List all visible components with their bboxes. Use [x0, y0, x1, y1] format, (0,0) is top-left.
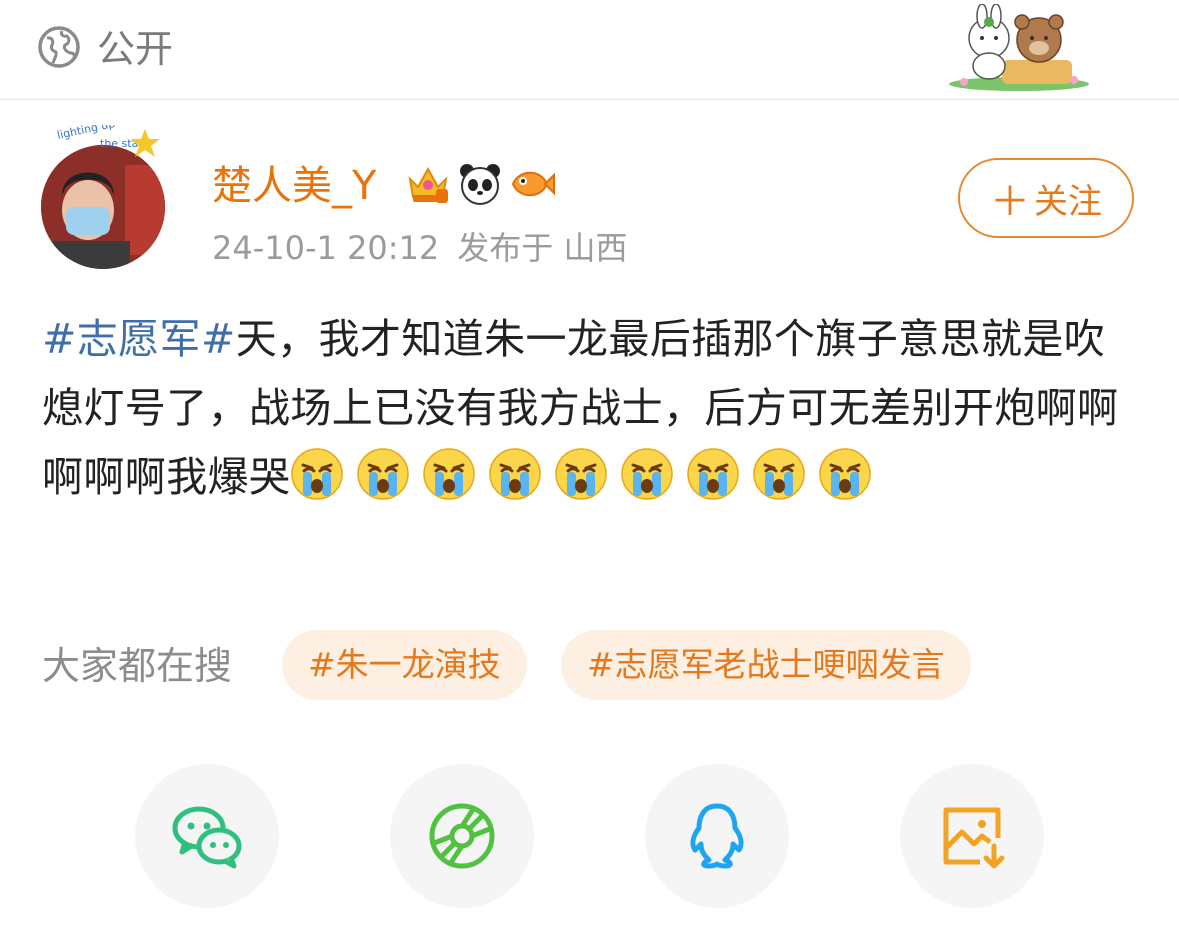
save-image-icon [943, 807, 1005, 869]
crying-face-emoji [423, 448, 476, 500]
top-bar: 公开 [0, 0, 1179, 100]
trending-chip[interactable]: #朱一龙演技 [282, 630, 527, 700]
crying-face-emoji [555, 448, 608, 500]
bunny-and-bear-sticker [949, 4, 1089, 91]
share-wechat-button[interactable] [135, 764, 279, 908]
post-source: 发布于 山西 [457, 229, 628, 267]
crying-face-emoji [687, 448, 740, 500]
crying-face-emoji [489, 448, 542, 500]
crying-face-emoji [819, 448, 872, 500]
post-meta: 24-10-1 20:12 发布于 山西 [212, 226, 645, 270]
emoji-list [290, 448, 884, 501]
visibility-label[interactable]: 公开 [97, 24, 173, 74]
follow-label: 关注 [1034, 181, 1102, 222]
hashtag-link[interactable]: #志愿军# [42, 315, 236, 363]
globe-icon [38, 26, 80, 68]
moments-icon [429, 803, 495, 869]
post-text: #志愿军#天，我才知道朱一龙最后插那个旗子意思就是吹熄灯号了，战场上已没有我方战… [42, 305, 1142, 512]
crying-face-emoji [621, 448, 674, 500]
wechat-icon [172, 806, 242, 869]
plus-icon: ＋ [990, 179, 1030, 225]
avatar[interactable]: lighting up the stars [40, 125, 170, 271]
share-qq-button[interactable] [645, 764, 789, 908]
crying-face-emoji [291, 448, 344, 500]
share-moments-button[interactable] [390, 764, 534, 908]
crying-face-emoji [753, 448, 806, 500]
crown-badge-icon[interactable] [405, 161, 451, 207]
qq-icon [690, 803, 744, 869]
save-image-button[interactable] [900, 764, 1044, 908]
crying-face-emoji [357, 448, 410, 500]
trending-chip[interactable]: #志愿军老战士哽咽发言 [561, 630, 971, 700]
fish-badge-icon[interactable] [509, 161, 555, 207]
post-time: 24-10-1 20:12 [212, 229, 440, 267]
author-name[interactable]: 楚人美_Y [212, 160, 376, 212]
trending-label: 大家都在搜 [42, 644, 233, 688]
panda-badge-icon[interactable] [457, 161, 503, 207]
follow-button[interactable]: ＋ 关注 [958, 158, 1134, 238]
